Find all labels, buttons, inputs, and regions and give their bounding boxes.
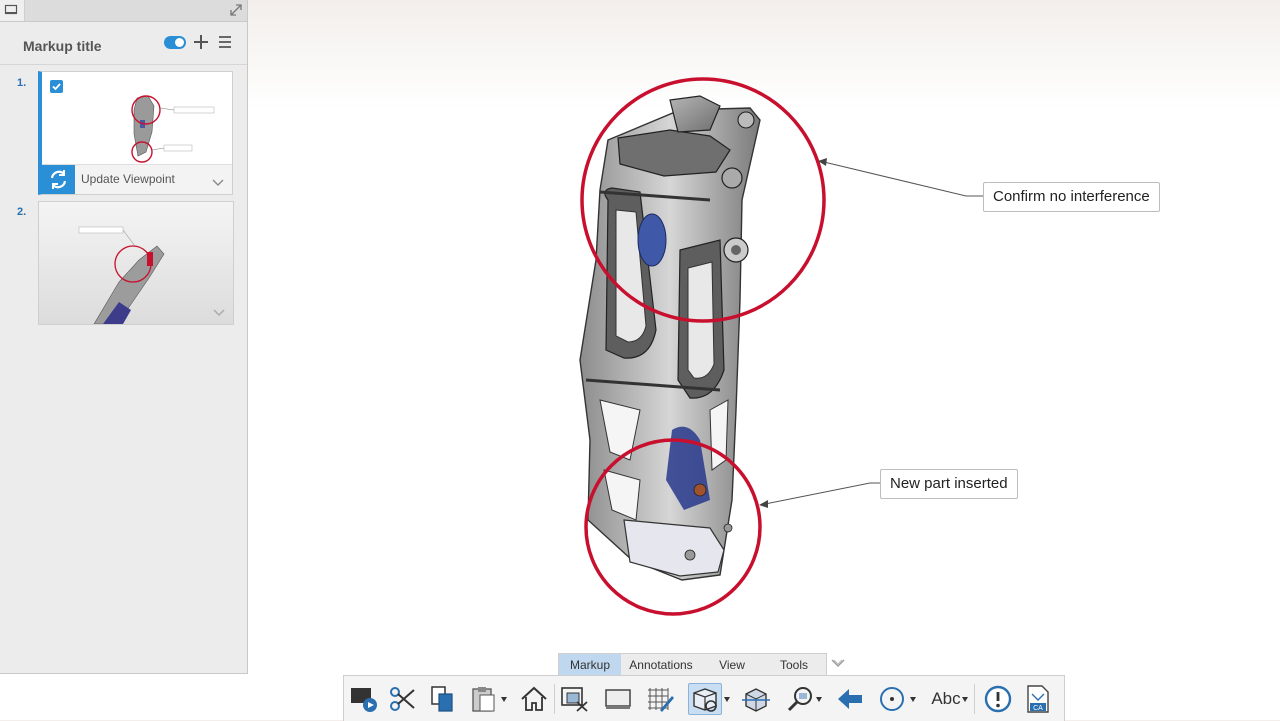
callout-confirm-no-interference[interactable]: Confirm no interference bbox=[983, 182, 1160, 212]
home-icon[interactable] bbox=[518, 684, 550, 714]
markup-thumbnail-2 bbox=[39, 202, 233, 324]
paste-dropdown-icon[interactable] bbox=[501, 697, 507, 702]
markup-visibility-toggle[interactable] bbox=[164, 36, 186, 49]
toolbar-separator bbox=[554, 684, 555, 714]
text-dropdown-icon[interactable] bbox=[962, 697, 968, 702]
panel-window-icon[interactable] bbox=[4, 3, 18, 17]
markup-toolbar: Abc CA bbox=[343, 675, 1065, 721]
update-viewpoint-label[interactable]: Update Viewpoint bbox=[81, 172, 175, 186]
add-markup-button[interactable] bbox=[192, 33, 210, 51]
expand-icon[interactable] bbox=[229, 3, 243, 17]
update-viewpoint-row[interactable]: Update Viewpoint bbox=[42, 164, 232, 194]
leader-line-1 bbox=[823, 161, 983, 197]
markup-thumbnail-1 bbox=[131, 95, 215, 163]
panel-menu-icon[interactable] bbox=[217, 34, 233, 50]
tab-view[interactable]: View bbox=[701, 654, 763, 676]
section-box-icon[interactable] bbox=[740, 684, 772, 714]
panel-topbar bbox=[0, 0, 247, 22]
zoom-window-icon[interactable] bbox=[784, 684, 816, 714]
view-cube-icon[interactable] bbox=[688, 683, 722, 715]
fit-selection-icon[interactable] bbox=[559, 684, 591, 714]
orbit-icon[interactable] bbox=[876, 684, 908, 714]
markup-item-1[interactable]: Update Viewpoint bbox=[38, 71, 233, 195]
chevron-down-icon[interactable] bbox=[213, 304, 225, 316]
panel-title: Markup title bbox=[23, 38, 102, 54]
display-icon[interactable] bbox=[602, 684, 634, 714]
view-cube-dropdown-icon[interactable] bbox=[724, 697, 730, 702]
collapse-ribbon-icon[interactable] bbox=[830, 656, 846, 670]
item-number: 2. bbox=[17, 206, 27, 218]
tab-annotations[interactable]: Annotations bbox=[621, 654, 701, 676]
copy-icon[interactable] bbox=[426, 684, 458, 714]
paste-icon[interactable] bbox=[468, 684, 500, 714]
svg-text:CA: CA bbox=[1033, 705, 1043, 712]
tab-tools[interactable]: Tools bbox=[763, 654, 825, 676]
toolbar-separator bbox=[974, 684, 975, 714]
tab-markup[interactable]: Markup bbox=[559, 654, 621, 676]
back-arrow-icon[interactable] bbox=[834, 684, 866, 714]
alert-icon[interactable] bbox=[982, 684, 1014, 714]
grid-edit-icon[interactable] bbox=[644, 684, 676, 714]
item-number: 1. bbox=[17, 77, 27, 89]
callout-new-part-inserted[interactable]: New part inserted bbox=[880, 469, 1018, 499]
panel-divider bbox=[0, 64, 247, 65]
chevron-down-icon[interactable] bbox=[212, 174, 224, 186]
presentation-play-icon[interactable] bbox=[348, 684, 380, 714]
markup-panel: Markup title 1. Update Viewpoint 2. bbox=[0, 0, 248, 674]
cad-file-icon[interactable]: CA bbox=[1022, 684, 1054, 714]
3d-model-viewport[interactable] bbox=[560, 80, 840, 620]
text-icon[interactable]: Abc bbox=[928, 684, 964, 714]
ribbon-tabs: Markup Annotations View Tools bbox=[558, 653, 827, 676]
markup-item-2[interactable] bbox=[38, 201, 234, 325]
zoom-dropdown-icon[interactable] bbox=[816, 697, 822, 702]
cut-icon[interactable] bbox=[386, 684, 418, 714]
orbit-dropdown-icon[interactable] bbox=[910, 697, 916, 702]
refresh-icon[interactable] bbox=[42, 165, 75, 194]
